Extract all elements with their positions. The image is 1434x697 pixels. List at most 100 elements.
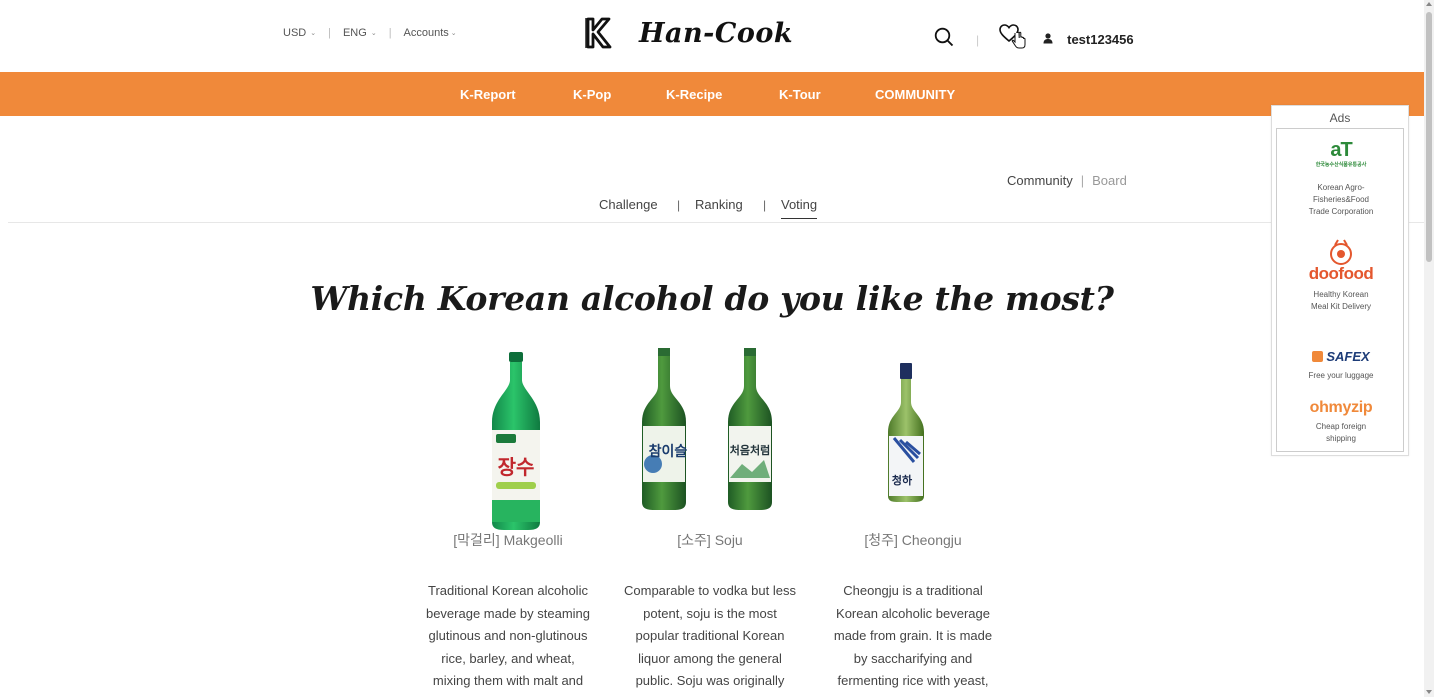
desc-line: by saccharifying and	[853, 650, 973, 666]
divider: |	[763, 198, 767, 212]
top-bar: USD ⌄ | ENG ⌄ | Accounts ⌄ Han-Cook | te…	[0, 0, 1424, 72]
cheongju-bottle-image: 청하	[888, 363, 924, 502]
ad-description: Free your luggage	[1277, 370, 1405, 382]
tab-challenge[interactable]: Challenge	[599, 197, 658, 212]
product-description: Cheongju is a traditional Korean alcohol…	[821, 580, 1005, 693]
ads-panel: Ads aT 한국농수산식품유통공사 Korean Agro- Fisherie…	[1271, 105, 1409, 456]
desc-line: Korean alcoholic beverage	[836, 605, 990, 621]
currency-label: USD	[283, 27, 307, 39]
scrollbar-thumb[interactable]	[1426, 12, 1432, 262]
desc-line: fermenting rice with yeast,	[837, 673, 989, 688]
divider: |	[976, 32, 980, 47]
desc-line: Comparable to vodka but less	[624, 583, 796, 598]
bottle-label: 청하	[892, 473, 913, 487]
username-link[interactable]: test123456	[1067, 32, 1134, 47]
breadcrumb-board[interactable]: Board	[1092, 173, 1127, 188]
ad-description: Korean Agro- Fisheries&Food Trade Corpor…	[1277, 182, 1405, 218]
ad-doofood[interactable]: doofood Healthy Korean Meal Kit Delivery	[1277, 239, 1405, 313]
page-scrollbar[interactable]	[1424, 0, 1434, 697]
desc-line: Traditional Korean alcoholic	[428, 583, 588, 598]
nav-item-k-tour[interactable]: K-Tour	[779, 87, 821, 102]
makgeolli-bottle-image: 장수	[492, 352, 540, 530]
ad-ohmyzip[interactable]: ohmyzip Cheap foreign shipping	[1277, 399, 1405, 445]
heart-icon[interactable]	[999, 24, 1029, 55]
desc-line: Fisheries&Food	[1312, 195, 1370, 204]
search-icon[interactable]	[934, 27, 954, 52]
ad-at[interactable]: aT 한국농수산식품유통공사 Korean Agro- Fisheries&Fo…	[1277, 139, 1405, 218]
community-tabs: Challenge | Ranking | Voting	[0, 197, 1424, 224]
ad-logo-text: SAFEX	[1326, 348, 1370, 364]
desc-line: rice, barley, and wheat,	[441, 650, 575, 666]
desc-line: liquor among the general	[638, 650, 782, 666]
breadcrumb-community[interactable]: Community	[1007, 173, 1073, 188]
desc-line: Cheap foreign	[1315, 422, 1367, 431]
desc-line: popular traditional Korean	[635, 628, 785, 643]
bottle-label: 처음처럼	[730, 443, 770, 457]
desc-line: glutinous and non-glutinous	[428, 628, 588, 643]
at-logo: aT	[1277, 139, 1405, 162]
main-nav: K-Report K-Pop K-Recipe K-Tour COMMUNITY	[0, 72, 1424, 116]
tabs-divider	[8, 222, 1424, 223]
desc-line: Korean Agro-	[1317, 183, 1365, 192]
breadcrumb: Community | Board	[1007, 173, 1127, 188]
nav-item-k-pop[interactable]: K-Pop	[573, 87, 611, 102]
chevron-down-icon: ⌄	[310, 30, 317, 37]
nav-item-community[interactable]: COMMUNITY	[875, 87, 955, 102]
brand-logo[interactable]: Han-Cook	[583, 16, 793, 50]
desc-line: Healthy Korean	[1313, 290, 1369, 299]
nav-item-k-report[interactable]: K-Report	[460, 87, 516, 102]
bottle-label: 장수	[498, 455, 535, 479]
nav-item-k-recipe[interactable]: K-Recipe	[666, 87, 722, 102]
product-description: Traditional Korean alcoholic beverage ma…	[416, 580, 600, 693]
divider: |	[1080, 173, 1085, 188]
tab-voting[interactable]: Voting	[781, 197, 818, 219]
desc-line: shipping	[1326, 434, 1356, 443]
desc-line: mixing them with malt and	[432, 673, 584, 688]
safex-mark-icon	[1312, 350, 1324, 362]
tab-ranking[interactable]: Ranking	[695, 197, 743, 212]
desc-line: public. Soju was originally	[635, 673, 785, 688]
desc-line: Free your luggage	[1308, 371, 1374, 380]
language-label: ENG	[342, 27, 367, 39]
divider: |	[388, 27, 392, 39]
k-logo-icon	[583, 16, 613, 50]
soju-bottles-image: 참이슬 처음처럼	[642, 348, 772, 510]
ads-list: aT 한국농수산식품유통공사 Korean Agro- Fisheries&Fo…	[1276, 128, 1404, 452]
accounts-label: Accounts	[403, 27, 449, 39]
product-name: [청주] Cheongju	[864, 532, 962, 548]
accounts-dropdown[interactable]: Accounts ⌄	[404, 27, 457, 39]
ad-logo-subtext: 한국농수산식품유통공사	[1315, 162, 1367, 168]
ad-logo-text: ohmyzip	[1309, 399, 1373, 416]
desc-line: beverage made by steaming	[425, 605, 591, 621]
language-dropdown[interactable]: ENG ⌄	[343, 27, 377, 39]
scroll-down-arrow-icon[interactable]	[1426, 690, 1432, 694]
hand-cursor-icon	[1011, 31, 1026, 49]
safex-logo: SAFEX	[1277, 348, 1405, 364]
bottle-label: 참이슬	[649, 443, 688, 460]
page-title: Which Korean alcohol do you like the mos…	[310, 279, 1114, 318]
desc-line: potent, soju is the most	[643, 605, 777, 621]
ads-title: Ads	[1329, 111, 1351, 125]
desc-line: Meal Kit Delivery	[1310, 302, 1371, 311]
divider: |	[328, 27, 331, 39]
brand-name: Han-Cook	[639, 17, 794, 49]
page-viewport: USD ⌄ | ENG ⌄ | Accounts ⌄ Han-Cook | te…	[0, 0, 1434, 697]
product-name: [소주] Soju	[677, 532, 743, 548]
top-right-actions: | test123456	[934, 24, 1134, 55]
ad-logo-text: doofood	[1308, 264, 1374, 283]
chevron-down-icon: ⌄	[370, 30, 377, 37]
product-name: [막걸리] Makgeolli	[453, 532, 563, 548]
product-description: Comparable to vodka but less potent, soj…	[618, 580, 802, 693]
scroll-up-arrow-icon[interactable]	[1426, 2, 1432, 6]
desc-line: made from grain. It is made	[833, 628, 993, 643]
currency-dropdown[interactable]: USD ⌄	[283, 27, 316, 39]
chevron-down-icon: ⌄	[450, 30, 457, 37]
ad-logo-text: aT	[1330, 139, 1352, 161]
ad-safex[interactable]: SAFEX Free your luggage	[1277, 348, 1405, 382]
desc-line: Trade Corporation	[1308, 207, 1374, 216]
ad-description: Healthy Korean Meal Kit Delivery	[1277, 289, 1405, 313]
doofood-mascot-icon	[1277, 239, 1405, 265]
user-icon[interactable]	[1043, 31, 1053, 49]
top-left-menu: USD ⌄ | ENG ⌄ | Accounts ⌄	[283, 27, 457, 39]
desc-line: Cheongju is a traditional	[843, 583, 983, 598]
